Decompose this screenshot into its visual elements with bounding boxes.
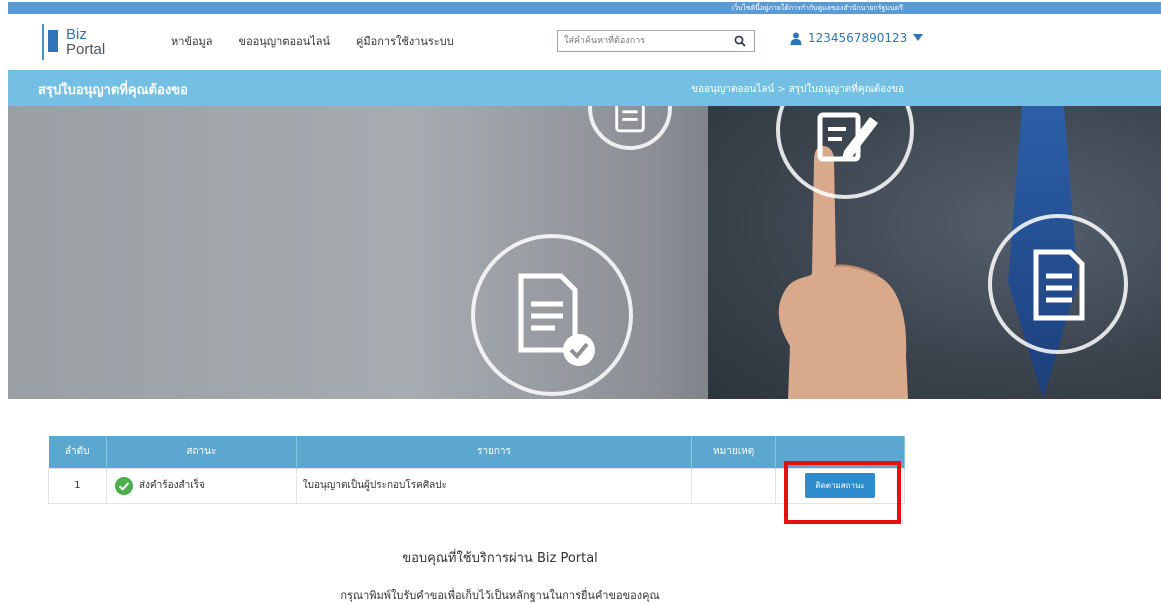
logo-text: Biz Portal (66, 27, 105, 57)
nav-user-manual[interactable]: คู่มือการใช้งานระบบ (356, 32, 454, 50)
logo-line-1: Biz (66, 26, 87, 43)
table-header-row: ลำดับ สถานะ รายการ หมายเหตุ (48, 436, 905, 468)
document-check-icon (518, 273, 595, 366)
nav-online-permit[interactable]: ขออนุญาตออนไลน์ (239, 32, 330, 50)
top-notice-text: เว็บไซต์นี้อยู่ภายใต้การกำกับดูแลของสำนั… (731, 4, 903, 12)
user-icon (790, 32, 802, 45)
site-header: Biz Portal หาข้อมูล ขออนุญาตออนไลน์ คู่ม… (8, 14, 1161, 70)
item-text: ใบอนุญาตเป็นผู้ประกอบโรคศิลปะ (302, 480, 448, 491)
logo-line-2: Portal (66, 41, 106, 58)
breadcrumb: ขออนุญาตออนไลน์ > สรุปใบอนุญาตที่คุณต้องขอ (691, 82, 904, 97)
edit-document-circle (776, 106, 914, 199)
breadcrumb-separator: > (777, 84, 786, 95)
print-instruction: กรุณาพิมพ์ใบรับคำขอเพื่อเก็บไว้เป็นหลักฐ… (340, 589, 660, 602)
caret-down-icon[interactable] (913, 34, 924, 42)
edit-document-icon (817, 112, 878, 162)
title-bar: สรุปใบอนุญาตที่คุณต้องขอ ขออนุญาตออนไลน์… (8, 70, 1161, 106)
highlight-box (784, 461, 901, 524)
table-row: 1 ส่งคำร้องสำเร็จ ใบอนุญาตเป็นผู้ประกอบโ… (48, 467, 905, 504)
document-check-circle (471, 234, 633, 396)
document-icon (615, 106, 645, 133)
document-circle-top (588, 106, 672, 150)
page-title: สรุปใบอนุญาตที่คุณต้องขอ (38, 83, 188, 98)
status-text: ส่งคำร้องสำเร็จ (138, 480, 205, 491)
hero-banner (8, 106, 1161, 399)
logo-mark (42, 24, 64, 60)
search-icon[interactable] (734, 35, 746, 47)
biz-portal-logo[interactable]: Biz Portal (42, 24, 122, 64)
row-note (691, 467, 777, 504)
search-input[interactable] (564, 33, 724, 49)
check-circle-icon (114, 476, 133, 495)
document-circle-right (988, 214, 1128, 354)
header-item: รายการ (296, 436, 693, 468)
permit-table-container: ลำดับ สถานะ รายการ หมายเหตุ 1 ส่งคำร้องส… (48, 436, 905, 504)
breadcrumb-link-online-permit[interactable]: ขออนุญาตออนไลน์ (691, 84, 774, 95)
permit-table: ลำดับ สถานะ รายการ หมายเหตุ 1 ส่งคำร้องส… (48, 436, 905, 504)
breadcrumb-current: สรุปใบอนุญาตที่คุณต้องขอ (788, 84, 904, 95)
nav-find-info[interactable]: หาข้อมูล (171, 32, 213, 50)
main-nav: หาข้อมูล ขออนุญาตออนไลน์ คู่มือการใช้งาน… (171, 32, 454, 50)
search-box (557, 30, 755, 52)
thanks-message: ขอบคุณที่ใช้บริการผ่าน Biz Portal (402, 551, 598, 566)
user-id: 1234567890123 (808, 31, 908, 45)
top-notice-bar: เว็บไซต์นี้อยู่ภายใต้การกำกับดูแลของสำนั… (8, 2, 1161, 14)
user-menu[interactable]: 1234567890123 (790, 31, 924, 45)
header-note: หมายเหตุ (691, 436, 777, 468)
document-icon (1033, 249, 1085, 321)
row-status: ส่งคำร้องสำเร็จ (105, 467, 297, 504)
header-status: สถานะ (106, 436, 297, 468)
row-no: 1 (48, 467, 107, 504)
row-item: ใบอนุญาตเป็นผู้ประกอบโรคศิลปะ (295, 467, 693, 504)
header-no: ลำดับ (48, 436, 107, 468)
